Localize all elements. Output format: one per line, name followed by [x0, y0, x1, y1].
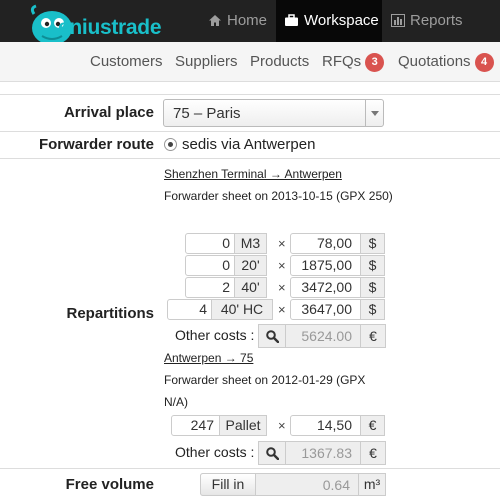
- qty-value: 0: [222, 257, 230, 273]
- subnav-rfqs[interactable]: RFQs 3: [322, 53, 385, 72]
- qty-value: 0: [222, 235, 230, 251]
- price-input[interactable]: 14,50 €: [290, 415, 385, 436]
- search-icon: [265, 330, 279, 344]
- times-symbol: ×: [278, 302, 286, 317]
- arrival-place-value: 75 – Paris: [173, 105, 241, 122]
- other-costs-label: Other costs :: [175, 444, 255, 460]
- subnav-rfqs-label: RFQs: [322, 53, 362, 70]
- price-value: 14,50: [316, 417, 352, 433]
- currency-addon: €: [360, 441, 386, 465]
- nav-home[interactable]: Home: [200, 0, 276, 42]
- price-value: 3647,00: [301, 301, 352, 317]
- nav-workspace-label: Workspace: [304, 12, 379, 29]
- price-value: 1875,00: [301, 257, 352, 273]
- qty-input[interactable]: 2 40': [185, 277, 267, 298]
- subnav-customers[interactable]: Customers: [90, 53, 163, 70]
- currency-addon: $: [360, 255, 385, 276]
- arrival-place-label: Arrival place: [63, 104, 154, 121]
- other-costs-field: 5624.00 €: [258, 324, 386, 348]
- quotations-count-badge: 4: [474, 53, 494, 72]
- leg-1-forwarder-sheet: Forwarder sheet on 2013-10-15 (GPX 250): [164, 189, 393, 203]
- qty-input[interactable]: 0 20': [185, 255, 267, 276]
- leg-2-forwarder-sheet-cont: N/A): [164, 395, 188, 409]
- qty-input[interactable]: 247 Pallet: [171, 415, 267, 436]
- leg-1-route-link[interactable]: Shenzhen Terminal → Antwerpen: [164, 167, 342, 181]
- nav-workspace[interactable]: Workspace: [276, 0, 382, 42]
- subnav-quotations[interactable]: Quotations 4: [398, 53, 494, 72]
- unit-addon: M3: [234, 233, 267, 254]
- nav-reports-label: Reports: [410, 12, 463, 29]
- other-costs-value: 5624.00: [301, 328, 352, 344]
- top-navbar: eniustrade Home Workspace Reports: [0, 0, 500, 76]
- chevron-down-icon: [365, 100, 383, 126]
- fill-in-button[interactable]: Fill in: [200, 473, 256, 496]
- qty-value: 4: [199, 301, 207, 317]
- divider: [0, 158, 500, 159]
- other-costs-search-button[interactable]: [258, 441, 286, 465]
- price-input[interactable]: 3472,00 $: [290, 277, 385, 298]
- other-costs-search-button[interactable]: [258, 324, 286, 348]
- leg-2-route-link[interactable]: Antwerpen → 75: [164, 351, 253, 365]
- other-costs-field: 1367.83 €: [258, 441, 386, 465]
- nav-home-label: Home: [227, 12, 268, 29]
- currency-addon: €: [360, 415, 385, 436]
- qty-value: 247: [190, 417, 214, 433]
- price-input[interactable]: 78,00 $: [290, 233, 385, 254]
- cubic-meter-unit: m³: [358, 473, 386, 496]
- unit-addon: 40' HC: [211, 299, 273, 320]
- unit-addon: 20': [234, 255, 267, 276]
- price-value: 3472,00: [301, 279, 352, 295]
- price-value: 78,00: [316, 235, 352, 251]
- arrival-place-select[interactable]: 75 – Paris: [163, 99, 384, 127]
- qty-input[interactable]: 4 40' HC: [167, 299, 273, 320]
- divider: [0, 468, 500, 469]
- rfqs-count-badge: 3: [365, 53, 385, 72]
- subnav-products[interactable]: Products: [250, 53, 309, 70]
- bar-chart-icon: [391, 14, 405, 27]
- home-icon: [209, 15, 221, 26]
- unit-addon: 40': [234, 277, 267, 298]
- free-volume-value: 0.64: [322, 477, 350, 493]
- brand-name[interactable]: eniustrade: [58, 16, 162, 40]
- price-input[interactable]: 3647,00 $: [290, 299, 385, 320]
- price-input[interactable]: 1875,00 $: [290, 255, 385, 276]
- forwarder-route-label: Forwarder route: [38, 136, 154, 153]
- free-volume-field: Fill in 0.64 m³: [200, 473, 386, 496]
- nav-reports[interactable]: Reports: [383, 0, 483, 42]
- forwarder-route-radio[interactable]: [164, 138, 177, 151]
- currency-addon: $: [360, 233, 385, 254]
- other-costs-value: 1367.83: [301, 445, 352, 461]
- currency-addon: $: [360, 277, 385, 298]
- unit-addon: Pallet: [219, 415, 267, 436]
- times-symbol: ×: [278, 280, 286, 295]
- currency-addon: $: [360, 299, 385, 320]
- qty-input[interactable]: 0 M3: [185, 233, 267, 254]
- times-symbol: ×: [278, 236, 286, 251]
- free-volume-label: Free volume: [65, 476, 154, 493]
- search-icon: [265, 447, 279, 461]
- divider: [0, 94, 500, 95]
- repartitions-label: Repartitions: [66, 305, 154, 322]
- subnav-suppliers[interactable]: Suppliers: [175, 53, 238, 70]
- briefcase-icon: [285, 14, 298, 26]
- sub-navbar: Customers Suppliers Products RFQs 3 Quota…: [0, 42, 500, 82]
- subnav-quotations-label: Quotations: [398, 53, 471, 70]
- qty-value: 2: [222, 279, 230, 295]
- times-symbol: ×: [278, 258, 286, 273]
- divider: [0, 131, 500, 132]
- leg-2-forwarder-sheet: Forwarder sheet on 2012-01-29 (GPX: [164, 373, 366, 387]
- times-symbol: ×: [278, 418, 286, 433]
- forwarder-route-option[interactable]: sedis via Antwerpen: [182, 136, 315, 153]
- other-costs-label: Other costs :: [175, 327, 255, 343]
- currency-addon: €: [360, 324, 386, 348]
